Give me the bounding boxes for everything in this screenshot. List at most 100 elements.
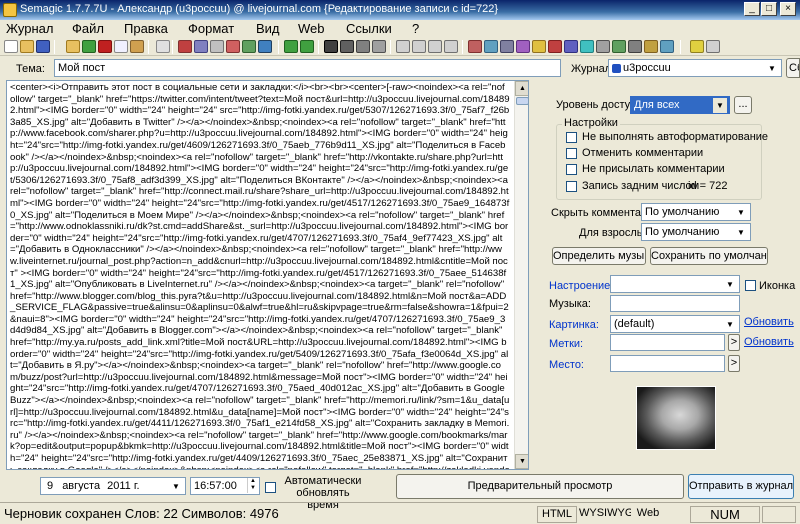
access-more-button[interactable]: ... [734, 96, 752, 114]
tags-refresh-link[interactable]: Обновить [744, 336, 794, 348]
tags-arrow-button[interactable]: > [728, 334, 740, 351]
disable-comments-checkbox[interactable] [566, 148, 577, 159]
location-input[interactable] [610, 355, 725, 372]
location-label: Место: [549, 359, 584, 371]
code-icon[interactable] [516, 40, 530, 53]
location-arrow-button[interactable]: > [728, 355, 740, 372]
scroll-up-icon[interactable]: ▲ [515, 81, 528, 96]
toolbar-separator [390, 40, 391, 54]
editor-scrollbar[interactable]: ▲ ▼ [514, 81, 528, 469]
menu-journal[interactable]: Журнал [6, 21, 53, 36]
no-email-comments-checkbox[interactable] [566, 164, 577, 175]
music-label: Музыка: [549, 298, 591, 310]
picture-refresh-link[interactable]: Обновить [744, 316, 794, 328]
italic-icon[interactable] [340, 40, 354, 53]
date-picker[interactable]: 9 августа 2011 г. ▼ [40, 477, 186, 495]
table-icon[interactable] [242, 40, 256, 53]
save-draft-icon[interactable] [82, 40, 96, 53]
cut-tag-icon[interactable] [284, 40, 298, 53]
align-center-icon[interactable] [412, 40, 426, 53]
open-folder-icon[interactable] [20, 40, 34, 53]
align-left-icon[interactable] [396, 40, 410, 53]
mode-html-tab[interactable]: HTML [537, 506, 577, 523]
menu-links[interactable]: Ссылки [346, 21, 392, 36]
toolbar-separator [54, 40, 55, 54]
smiley-icon[interactable] [532, 40, 546, 53]
scroll-thumb[interactable] [516, 97, 528, 105]
icon-checkbox[interactable] [745, 280, 756, 291]
poll-icon[interactable] [300, 40, 314, 53]
key-icon[interactable] [690, 40, 704, 53]
post-editor-text[interactable]: <center><i>Отправить этот пост в социаль… [10, 82, 510, 469]
post-editor[interactable]: <center><i>Отправить этот пост в социаль… [6, 80, 529, 470]
music-icon[interactable] [548, 40, 562, 53]
subject-input[interactable]: Мой пост [54, 59, 561, 77]
window-title: Semagic 1.7.7.7U - Александр (u3poccuu) … [20, 3, 499, 15]
scroll-down-icon[interactable]: ▼ [515, 454, 528, 469]
preview-icon[interactable] [580, 40, 594, 53]
mode-web-tab[interactable]: Web [631, 506, 665, 523]
link-icon[interactable] [484, 40, 498, 53]
maximize-button[interactable]: □ [761, 2, 777, 16]
menu-web[interactable]: Web [298, 21, 325, 36]
picture-select[interactable]: (default) ▼ [610, 315, 740, 333]
send-to-journal-button[interactable]: Отправить в журнал [688, 474, 794, 499]
reset-button[interactable]: Сброс [786, 58, 800, 78]
strike-icon[interactable] [372, 40, 386, 53]
minimize-button[interactable]: _ [744, 2, 760, 16]
menu-file[interactable]: Файл [72, 21, 104, 36]
status-text: Черновик сохранен Слов: 22 Символов: 497… [4, 506, 279, 521]
tags-input[interactable] [610, 334, 725, 351]
community-icon[interactable] [194, 40, 208, 53]
history-icon[interactable] [612, 40, 626, 53]
align-right-icon[interactable] [428, 40, 442, 53]
image-icon[interactable] [210, 40, 224, 53]
underline-icon[interactable] [356, 40, 370, 53]
music-input[interactable] [610, 295, 740, 312]
access-select[interactable]: Для всех ▼ [630, 96, 730, 114]
tag-icon[interactable] [644, 40, 658, 53]
undo-icon[interactable] [156, 40, 170, 53]
date-day: 9 [47, 480, 54, 492]
time-input[interactable]: 16:57:00 ▲ ▼ [190, 477, 260, 495]
font-color-icon[interactable] [468, 40, 482, 53]
list-icon[interactable] [444, 40, 458, 53]
bold-icon[interactable] [324, 40, 338, 53]
journal-select[interactable]: u3poccuu ▼ [608, 59, 782, 77]
adult-value: По умолчанию [645, 226, 720, 238]
detect-music-button[interactable]: Определить музыку [552, 247, 646, 265]
save-icon[interactable] [36, 40, 50, 53]
copy-icon[interactable] [114, 40, 128, 53]
paste-icon[interactable] [130, 40, 144, 53]
save-default-button[interactable]: Сохранить по умолчанию [650, 247, 768, 265]
quote-icon[interactable] [500, 40, 514, 53]
backdate-checkbox[interactable] [566, 181, 577, 192]
journal-select-value: u3poccuu [623, 62, 671, 74]
mode-wysiwyg-tab[interactable]: WYSIWYG [579, 506, 633, 523]
auto-update-checkbox[interactable] [265, 482, 276, 493]
friends-icon[interactable] [628, 40, 642, 53]
menu-format[interactable]: Формат [188, 21, 234, 36]
toolbar-separator [148, 40, 149, 54]
web-icon[interactable] [564, 40, 578, 53]
menu-help[interactable]: ? [412, 21, 419, 36]
mood-select[interactable]: ▼ [610, 275, 740, 293]
time-spin-icon[interactable]: ▲ ▼ [247, 478, 258, 493]
menu-view[interactable]: Вид [256, 21, 280, 36]
dropdown-icon[interactable] [706, 40, 720, 53]
user-link-icon[interactable] [178, 40, 192, 53]
preview-button[interactable]: Предварительный просмотр [396, 474, 684, 499]
new-document-icon[interactable] [4, 40, 18, 53]
spellcheck-icon[interactable] [258, 40, 272, 53]
video-icon[interactable] [226, 40, 240, 53]
close-button[interactable]: × [780, 2, 796, 16]
sync-icon[interactable] [660, 40, 674, 53]
delete-icon[interactable] [98, 40, 112, 53]
disable-comments-label: Отменить комментарии [582, 147, 704, 159]
menu-edit[interactable]: Правка [124, 21, 168, 36]
adult-select[interactable]: По умолчанию ▼ [641, 223, 751, 241]
no-autoformat-checkbox[interactable] [566, 132, 577, 143]
hide-comments-select[interactable]: По умолчанию ▼ [641, 203, 751, 221]
settings-icon[interactable] [596, 40, 610, 53]
open-icon[interactable] [66, 40, 80, 53]
